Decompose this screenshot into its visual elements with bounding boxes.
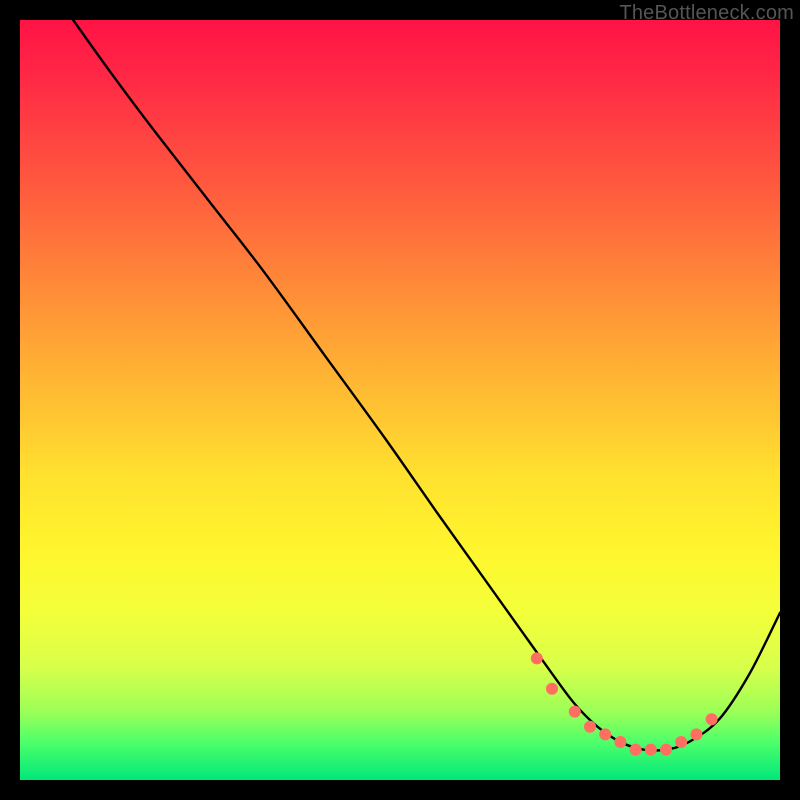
- plot-area: [20, 20, 780, 780]
- bottleneck-curve: [73, 20, 780, 751]
- marker-dot: [599, 728, 611, 740]
- marker-dot: [645, 744, 657, 756]
- chart-frame: TheBottleneck.com: [0, 0, 800, 800]
- marker-dot: [531, 652, 543, 664]
- highlighted-points: [531, 652, 718, 755]
- marker-dot: [706, 713, 718, 725]
- watermark-text: TheBottleneck.com: [619, 2, 794, 25]
- marker-dot: [614, 736, 626, 748]
- marker-dot: [569, 706, 581, 718]
- marker-dot: [690, 728, 702, 740]
- marker-dot: [584, 721, 596, 733]
- marker-dot: [660, 744, 672, 756]
- marker-dot: [675, 736, 687, 748]
- curve-layer: [20, 20, 780, 780]
- marker-dot: [546, 683, 558, 695]
- marker-dot: [630, 744, 642, 756]
